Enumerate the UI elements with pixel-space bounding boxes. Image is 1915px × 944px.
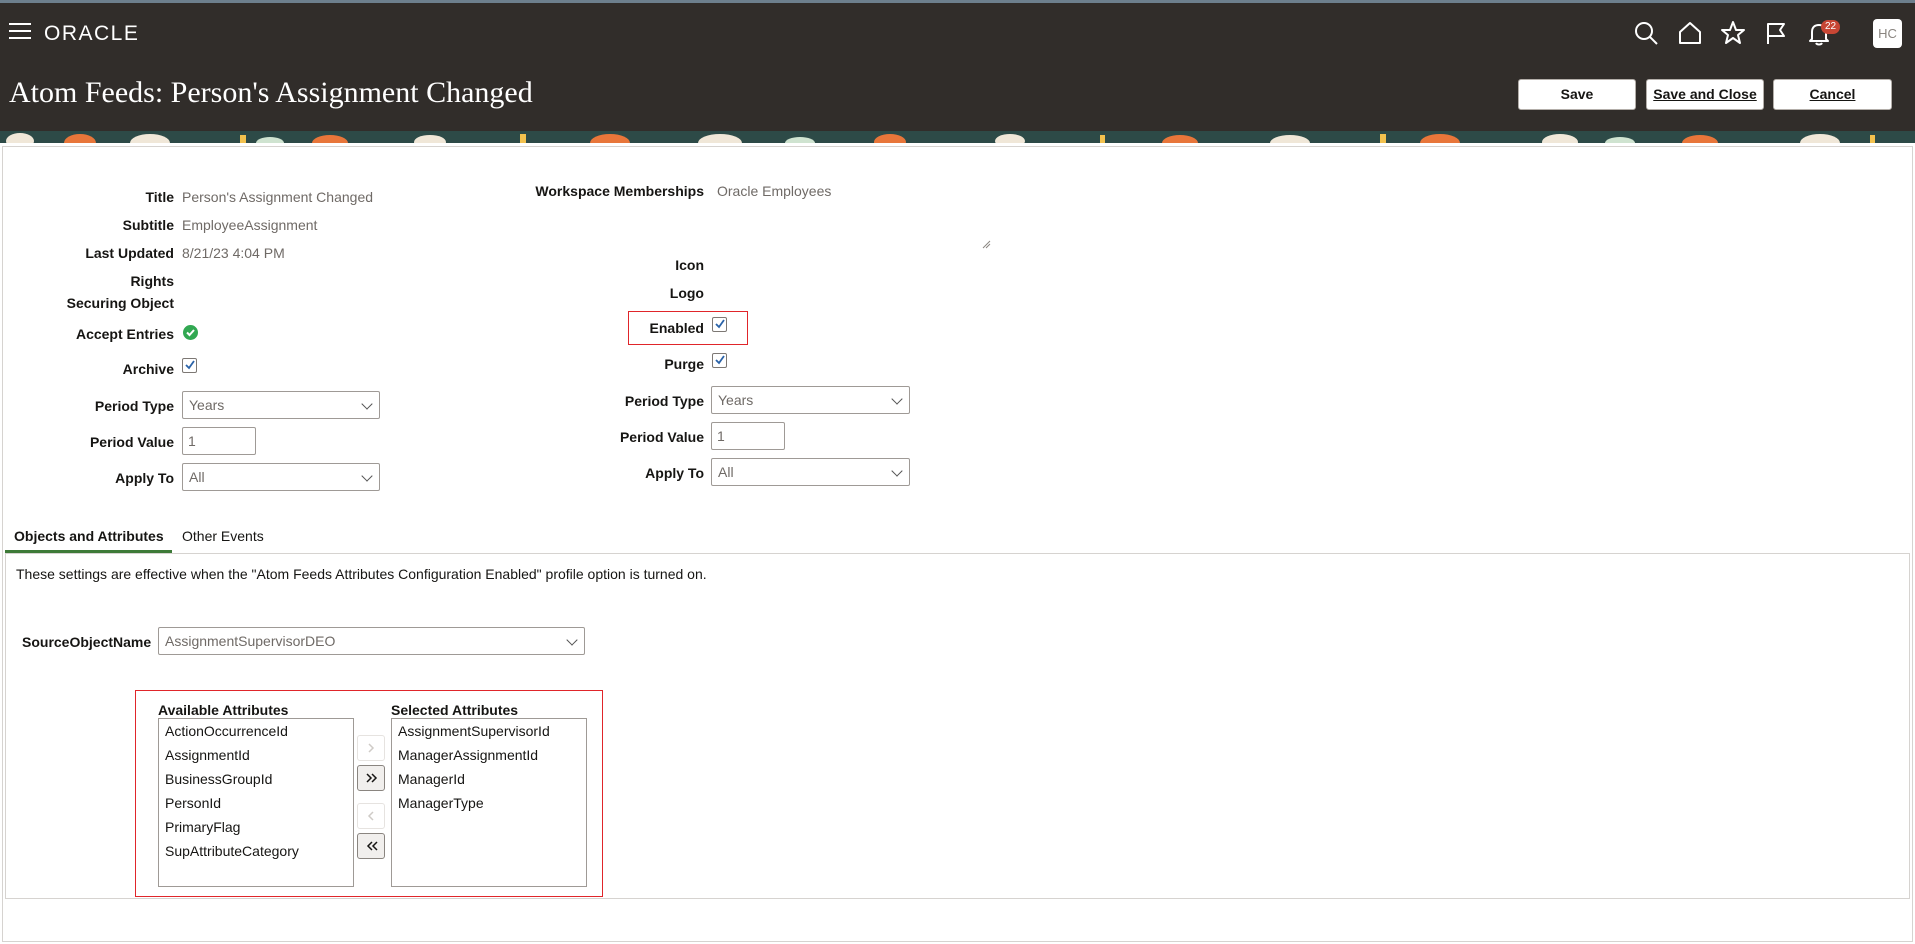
list-item[interactable]: BusinessGroupId <box>159 767 353 791</box>
chevron-down-icon <box>891 465 903 477</box>
right-period-type-label: Period Type <box>624 393 704 409</box>
rights-label: Rights <box>130 273 174 289</box>
notification-count-badge: 22 <box>1821 20 1841 34</box>
accept-entries-label: Accept Entries <box>75 326 174 342</box>
textarea-resize-icon[interactable] <box>982 240 991 249</box>
left-period-type-label: Period Type <box>94 398 174 414</box>
save-and-close-button[interactable]: Save and Close <box>1646 79 1764 110</box>
subtitle-value: EmployeeAssignment <box>182 217 318 233</box>
list-item[interactable]: PersonId <box>159 791 353 815</box>
double-chevron-right-icon <box>366 773 378 783</box>
page-title: Atom Feeds: Person's Assignment Changed <box>9 76 533 109</box>
left-period-value-input[interactable]: 1 <box>182 427 256 455</box>
workspace-memberships-label: Workspace Memberships <box>535 183 704 199</box>
left-apply-to-label: Apply To <box>115 470 174 486</box>
remove-selected-button[interactable] <box>357 803 385 829</box>
source-object-name-value: AssignmentSupervisorDEO <box>165 633 336 649</box>
global-header: ORACLE 22 HC <box>0 0 1915 63</box>
remove-all-button[interactable] <box>357 833 385 859</box>
right-period-value-input[interactable]: 1 <box>711 422 785 450</box>
available-attributes-list[interactable]: ActionOccurrenceId AssignmentId Business… <box>158 718 354 887</box>
right-period-type-select[interactable]: Years <box>711 386 910 414</box>
last-updated-value: 8/21/23 4:04 PM <box>182 245 285 261</box>
chevron-down-icon <box>361 398 373 410</box>
archive-label: Archive <box>122 361 174 377</box>
chevron-right-icon <box>368 743 375 753</box>
left-period-type-select[interactable]: Years <box>182 391 380 419</box>
save-button[interactable]: Save <box>1518 79 1636 110</box>
user-avatar[interactable]: HC <box>1873 19 1902 48</box>
purge-checkbox[interactable] <box>712 353 727 368</box>
list-item[interactable]: ManagerId <box>392 767 586 791</box>
chevron-left-icon <box>367 811 374 821</box>
purge-label: Purge <box>664 356 704 372</box>
left-period-type-value: Years <box>189 397 225 413</box>
left-apply-to-value: All <box>189 469 205 485</box>
last-updated-label: Last Updated <box>85 245 174 261</box>
decorative-banner <box>0 131 1915 143</box>
chevron-down-icon <box>361 470 373 482</box>
accept-entries-check-icon <box>183 325 198 340</box>
hamburger-icon[interactable] <box>9 23 31 41</box>
save-and-close-label: Save and Close <box>1653 86 1757 102</box>
list-item[interactable]: AssignmentId <box>159 743 353 767</box>
logo-label: Logo <box>669 285 704 301</box>
cancel-button[interactable]: Cancel <box>1773 79 1892 110</box>
source-object-name-select[interactable]: AssignmentSupervisorDEO <box>158 627 585 655</box>
oracle-logo[interactable]: ORACLE <box>44 22 139 46</box>
available-attributes-title: Available Attributes <box>158 702 289 718</box>
right-period-value-label: Period Value <box>619 429 704 445</box>
icon-label: Icon <box>675 257 704 273</box>
home-icon[interactable] <box>1676 19 1704 47</box>
subtitle-label: Subtitle <box>122 217 174 233</box>
chevron-down-icon <box>566 634 578 646</box>
left-period-value-label: Period Value <box>89 434 174 450</box>
securing-object-label: Securing Object <box>66 295 174 311</box>
workspace-memberships-value: Oracle Employees <box>717 183 832 199</box>
search-icon[interactable] <box>1632 19 1660 47</box>
chevron-down-icon <box>891 393 903 405</box>
double-chevron-left-icon <box>366 841 378 851</box>
list-item[interactable]: SupAttributeCategory <box>159 839 353 863</box>
move-selected-button[interactable] <box>357 735 385 761</box>
settings-note: These settings are effective when the "A… <box>16 566 707 582</box>
title-value: Person's Assignment Changed <box>182 189 374 205</box>
archive-checkbox[interactable] <box>182 358 197 373</box>
flag-icon[interactable] <box>1762 19 1790 47</box>
selected-attributes-list[interactable]: AssignmentSupervisorId ManagerAssignment… <box>391 718 587 887</box>
selected-attributes-title: Selected Attributes <box>391 702 519 718</box>
enabled-checkbox[interactable] <box>712 317 727 332</box>
source-object-name-label: SourceObjectName <box>22 634 152 650</box>
right-apply-to-select[interactable]: All <box>711 458 910 486</box>
title-label: Title <box>145 189 174 205</box>
right-period-type-value: Years <box>718 392 754 408</box>
list-item[interactable]: ManagerAssignmentId <box>392 743 586 767</box>
right-apply-to-value: All <box>718 464 734 480</box>
move-all-button[interactable] <box>357 765 385 791</box>
tab-objects-and-attributes[interactable]: Objects and Attributes <box>14 528 164 544</box>
list-item[interactable]: ManagerType <box>392 791 586 815</box>
cancel-label: Cancel <box>1809 86 1856 102</box>
tab-other-events[interactable]: Other Events <box>182 528 264 544</box>
star-icon[interactable] <box>1719 19 1747 47</box>
list-item[interactable]: PrimaryFlag <box>159 815 353 839</box>
page-header: Atom Feeds: Person's Assignment Changed … <box>0 63 1915 131</box>
left-apply-to-select[interactable]: All <box>182 463 380 491</box>
list-item[interactable]: ActionOccurrenceId <box>159 719 353 743</box>
enabled-label: Enabled <box>649 320 704 336</box>
list-item[interactable]: AssignmentSupervisorId <box>392 719 586 743</box>
right-apply-to-label: Apply To <box>645 465 704 481</box>
